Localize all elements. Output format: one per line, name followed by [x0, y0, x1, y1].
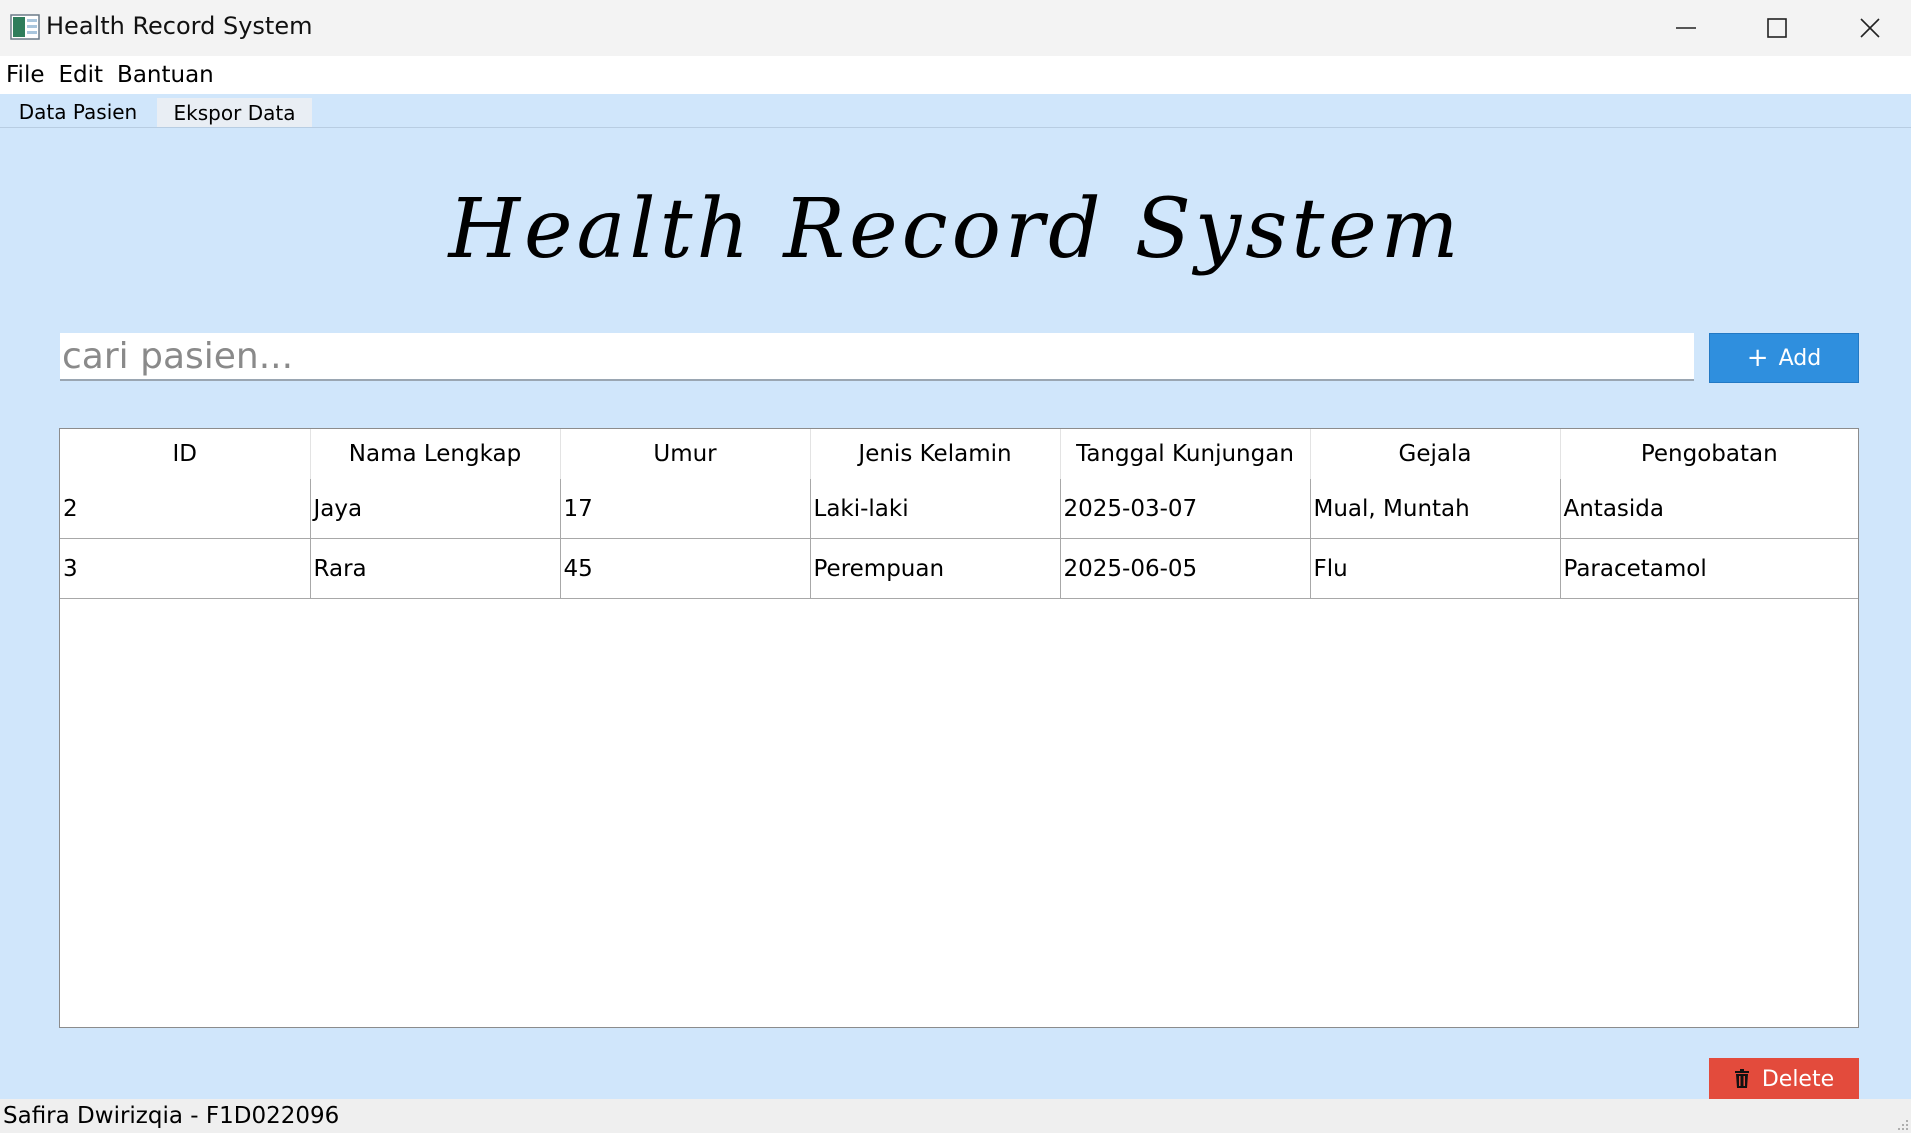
table-cell[interactable]: 45	[560, 538, 811, 599]
table-cell[interactable]: Mual, Muntah	[1310, 479, 1561, 539]
tab-data-pasien[interactable]: Data Pasien	[0, 96, 156, 127]
table-row[interactable]: 3 Rara 45 Perempuan 2025-06-05 Flu Parac…	[60, 538, 1858, 599]
menu-bantuan[interactable]: Bantuan	[111, 62, 222, 88]
minimize-button[interactable]	[1640, 0, 1732, 56]
table-cell[interactable]: 17	[560, 479, 811, 539]
table-cell[interactable]: Flu	[1310, 538, 1561, 599]
page-title: Health Record System	[448, 182, 1463, 277]
table-cell[interactable]: Paracetamol	[1560, 538, 1858, 599]
table-cell[interactable]: Jaya	[310, 479, 561, 539]
table-cell[interactable]: Rara	[310, 538, 561, 599]
resize-grip-icon[interactable]	[1897, 1119, 1909, 1131]
app-icon	[10, 14, 40, 40]
table-cell[interactable]: 2025-06-05	[1060, 538, 1311, 599]
menu-bar: File Edit Bantuan	[0, 56, 1911, 94]
column-header-nama-lengkap[interactable]: Nama Lengkap	[310, 429, 561, 479]
menu-edit[interactable]: Edit	[53, 62, 112, 88]
column-header-umur[interactable]: Umur	[560, 429, 811, 479]
add-button-label: Add	[1778, 345, 1822, 371]
close-button[interactable]	[1824, 0, 1911, 56]
table-cell[interactable]: Antasida	[1560, 479, 1858, 539]
delete-button[interactable]: Delete	[1709, 1058, 1859, 1100]
plus-icon: +	[1746, 343, 1769, 373]
table-cell[interactable]: 2025-03-07	[1060, 479, 1311, 539]
table-row[interactable]: 2 Jaya 17 Laki-laki 2025-03-07 Mual, Mun…	[60, 479, 1858, 539]
title-bar: Health Record System	[0, 0, 1911, 56]
window-title: Health Record System	[46, 12, 313, 40]
patient-table: ID Nama Lengkap Umur Jenis Kelamin Tangg…	[59, 428, 1859, 1028]
column-header-id[interactable]: ID	[60, 429, 311, 479]
table-cell[interactable]: 2	[60, 479, 311, 539]
column-header-jenis-kelamin[interactable]: Jenis Kelamin	[810, 429, 1061, 479]
maximize-button[interactable]	[1731, 0, 1823, 56]
table-header-row: ID Nama Lengkap Umur Jenis Kelamin Tangg…	[60, 429, 1858, 479]
add-button[interactable]: + Add	[1709, 333, 1859, 383]
table-cell[interactable]: 3	[60, 538, 311, 599]
column-header-gejala[interactable]: Gejala	[1310, 429, 1561, 479]
table-cell[interactable]: Perempuan	[810, 538, 1061, 599]
column-header-tanggal-kunjungan[interactable]: Tanggal Kunjungan	[1060, 429, 1311, 479]
column-header-pengobatan[interactable]: Pengobatan	[1560, 429, 1858, 479]
tab-ekspor-data[interactable]: Ekspor Data	[157, 98, 312, 127]
table-cell[interactable]: Laki-laki	[810, 479, 1061, 539]
status-text: Safira Dwirizqia - F1D022096	[3, 1103, 340, 1129]
menu-file[interactable]: File	[0, 62, 53, 88]
search-input[interactable]	[60, 333, 1694, 381]
delete-button-label: Delete	[1761, 1066, 1835, 1092]
tab-bar: Data Pasien Ekspor Data	[0, 94, 1911, 128]
status-bar: Safira Dwirizqia - F1D022096	[0, 1099, 1911, 1133]
maximize-icon	[1767, 18, 1787, 38]
trash-icon	[1734, 1069, 1749, 1088]
close-icon	[1860, 18, 1880, 38]
minimize-icon	[1676, 27, 1696, 29]
